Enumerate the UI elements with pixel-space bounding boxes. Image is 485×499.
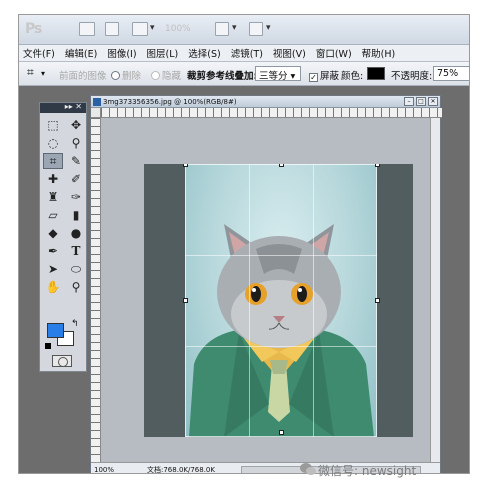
menu-filter[interactable]: 滤镜(T): [231, 46, 263, 60]
crop-handle[interactable]: [375, 164, 380, 167]
photoshop-window: Ps ▾ 100% ▾ ▾ 文件(F) 编辑(E) 图像(I) 图层(L) 选择…: [18, 14, 470, 474]
shield-color-swatch[interactable]: [367, 67, 385, 80]
color-swatches: ↰: [45, 319, 83, 351]
crop-handle[interactable]: [279, 430, 284, 435]
gradient-icon[interactable]: ▮: [66, 207, 86, 223]
crop-shield-left: [144, 164, 185, 437]
menu-edit[interactable]: 编辑(E): [65, 46, 97, 60]
overlay-select[interactable]: 三等分 ▾: [255, 66, 301, 82]
menu-image[interactable]: 图像(I): [107, 46, 136, 60]
document-window: 3mg373356356.jpg @ 100%(RGB/8#) – □ ✕ 10…: [90, 95, 442, 473]
chevron-down-icon[interactable]: ▾: [232, 23, 237, 33]
menu-layer[interactable]: 图层(L): [147, 46, 179, 60]
minibridge-button[interactable]: [105, 22, 119, 36]
swap-colors-icon[interactable]: ↰: [71, 319, 79, 329]
watermark-text: 微信号: newsight: [318, 464, 417, 478]
thirds-guide-horizontal: [185, 255, 377, 256]
brush-icon[interactable]: ✐: [66, 171, 86, 187]
menu-help[interactable]: 帮助(H): [362, 46, 396, 60]
healing-icon[interactable]: ✚: [43, 171, 63, 187]
options-bar: ⌗ ▾ 前面的图像 删除 隐藏 裁剪参考线叠加: 三等分 ▾ ✓ 屏蔽 颜色: 不…: [19, 62, 469, 86]
eraser-icon[interactable]: ▱: [43, 207, 63, 223]
delete-radio[interactable]: 删除: [111, 68, 141, 82]
ruler-origin[interactable]: [91, 108, 101, 118]
type-icon[interactable]: T: [66, 243, 86, 259]
crop-shield-right: [377, 164, 413, 437]
screen-mode-button[interactable]: [249, 22, 263, 36]
opacity-label: 不透明度:: [391, 71, 433, 82]
history-brush-icon[interactable]: ✑: [66, 189, 86, 205]
wechat-icon: [300, 463, 316, 475]
lasso-icon[interactable]: ◌: [43, 135, 63, 151]
quick-mask-button[interactable]: [52, 355, 72, 367]
dodge-icon[interactable]: ●: [66, 225, 86, 241]
cat-photo[interactable]: [144, 164, 413, 437]
zoom-icon[interactable]: ⚲: [66, 279, 86, 295]
collapse-icon[interactable]: ▸▸ ✕: [65, 102, 82, 111]
crop-handle[interactable]: [279, 164, 284, 167]
vertical-scrollbar[interactable]: [430, 118, 440, 463]
stamp-icon[interactable]: ♜: [43, 189, 63, 205]
opacity-input[interactable]: 75%: [433, 66, 469, 81]
marquee-icon[interactable]: ⬚: [43, 117, 63, 133]
path-select-icon[interactable]: ➤: [43, 261, 63, 277]
tools-panel-header[interactable]: ▸▸ ✕: [40, 102, 86, 113]
magic-wand-icon[interactable]: ⚲: [66, 135, 86, 151]
crop-tool-preset-icon[interactable]: ⌗: [27, 65, 34, 80]
document-title: 3mg373356356.jpg @ 100%(RGB/8#): [103, 98, 237, 106]
crop-handle[interactable]: [183, 164, 188, 167]
hand-icon[interactable]: ✋: [43, 279, 63, 295]
crop-handle[interactable]: [183, 298, 188, 303]
canvas-area[interactable]: [101, 118, 432, 463]
horizontal-ruler[interactable]: [101, 108, 442, 118]
document-title-bar[interactable]: 3mg373356356.jpg @ 100%(RGB/8#) – □ ✕: [91, 96, 440, 108]
thirds-guide-horizontal: [185, 346, 377, 347]
crop-box[interactable]: [185, 164, 377, 437]
foreground-color-swatch[interactable]: [47, 323, 64, 338]
front-image-button[interactable]: 前面的图像: [59, 68, 107, 82]
menu-bar: 文件(F) 编辑(E) 图像(I) 图层(L) 选择(S) 滤镜(T) 视图(V…: [19, 45, 469, 62]
chevron-down-icon[interactable]: ▾: [150, 23, 155, 33]
zoom-level-display[interactable]: 100%: [165, 24, 191, 34]
menu-view[interactable]: 视图(V): [273, 46, 306, 60]
view-extras-button[interactable]: [132, 22, 148, 36]
status-zoom[interactable]: 100%: [94, 463, 114, 473]
application-bar: Ps ▾ 100% ▾ ▾: [19, 15, 469, 45]
vertical-ruler[interactable]: [91, 118, 101, 463]
menu-file[interactable]: 文件(F): [23, 46, 55, 60]
ps-logo: Ps: [25, 21, 42, 37]
hide-radio[interactable]: 隐藏: [151, 68, 181, 82]
chevron-down-icon[interactable]: ▾: [41, 69, 45, 78]
shape-icon[interactable]: ⬭: [66, 261, 86, 277]
maximize-icon[interactable]: □: [416, 97, 426, 106]
tools-panel: ▸▸ ✕ ⬚ ✥ ◌ ⚲ ⌗ ✎ ✚ ✐ ♜ ✑ ▱ ▮ ◆ ● ✒ T ➤ ⬭…: [39, 102, 87, 372]
close-icon[interactable]: ✕: [428, 97, 438, 106]
bridge-button[interactable]: [79, 22, 95, 36]
crop-icon[interactable]: ⌗: [43, 153, 63, 169]
blur-icon[interactable]: ◆: [43, 225, 63, 241]
thirds-guide-vertical: [313, 164, 314, 437]
eyedropper-icon[interactable]: ✎: [66, 153, 86, 169]
minimize-icon[interactable]: –: [404, 97, 414, 106]
menu-window[interactable]: 窗口(W): [316, 46, 352, 60]
document-size-info[interactable]: 文档:768.0K/768.0K: [147, 463, 215, 473]
move-icon[interactable]: ✥: [66, 117, 86, 133]
document-icon: [93, 98, 101, 106]
default-colors-icon[interactable]: [45, 343, 51, 349]
crop-handle[interactable]: [375, 298, 380, 303]
thirds-guide-vertical: [249, 164, 250, 437]
overlay-label: 裁剪参考线叠加:: [187, 71, 258, 82]
arrange-documents-button[interactable]: [215, 22, 229, 36]
shield-checkbox[interactable]: ✓ 屏蔽: [309, 68, 339, 82]
chevron-down-icon[interactable]: ▾: [266, 23, 271, 33]
color-label: 颜色:: [341, 71, 364, 82]
pen-icon[interactable]: ✒: [43, 243, 63, 259]
menu-select[interactable]: 选择(S): [188, 46, 220, 60]
